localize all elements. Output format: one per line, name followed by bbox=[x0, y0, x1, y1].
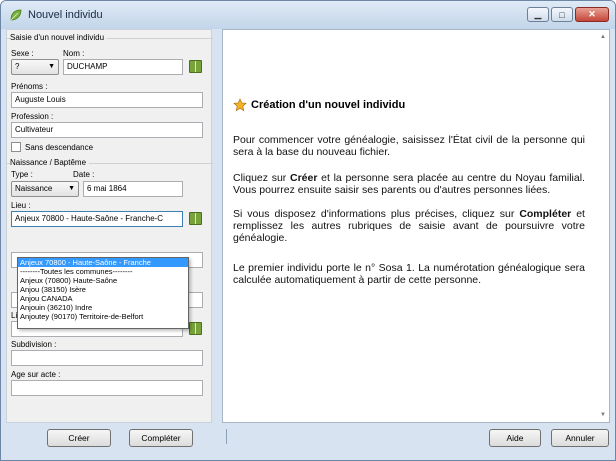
list-item[interactable]: Anjoutey (90170) Territoire-de-Belfort bbox=[18, 312, 188, 321]
minimize-icon: ▁ bbox=[534, 9, 542, 19]
prenoms-input[interactable]: Auguste Louis bbox=[11, 92, 203, 108]
legend-saisie: Saisie d'un nouvel individu bbox=[10, 33, 108, 42]
button-bar: Créer Compléter Aide Annuler bbox=[1, 425, 615, 460]
nom-label: Nom : bbox=[63, 49, 85, 58]
book-icon[interactable] bbox=[189, 60, 202, 73]
prenoms-label: Prénoms : bbox=[11, 82, 48, 91]
help-text-bold: Créer bbox=[290, 172, 318, 184]
help-title: Création d'un nouvel individu bbox=[233, 98, 405, 112]
scroll-down-icon[interactable]: ▼ bbox=[600, 412, 606, 418]
creer-button[interactable]: Créer bbox=[47, 429, 111, 447]
chevron-down-icon: ▼ bbox=[48, 63, 55, 70]
age-input[interactable] bbox=[11, 380, 203, 396]
help-paragraph-1: Pour commencer votre généalogie, saisiss… bbox=[233, 134, 585, 158]
type-select[interactable]: Naissance ▼ bbox=[11, 181, 79, 197]
sans-descendance-label: Sans descendance bbox=[25, 143, 94, 152]
help-text-bold: Compléter bbox=[519, 208, 572, 220]
maximize-icon: □ bbox=[559, 9, 565, 20]
legend-naissance: Naissance / Baptême bbox=[10, 158, 90, 167]
subdivision-label: Subdivision : bbox=[11, 340, 57, 349]
window-title: Nouvel individu bbox=[28, 9, 103, 21]
list-item[interactable]: Anjeux (70800) Haute-Saône bbox=[18, 276, 188, 285]
dialog-window: Nouvel individu ▁ □ ✕ Saisie d'un nouvel… bbox=[0, 0, 616, 461]
help-paragraph-2: Cliquez sur Créer et la personne sera pl… bbox=[233, 172, 585, 196]
lieu-dropdown-list[interactable]: Anjeux 70800 - Haute-Saône - Franche ---… bbox=[17, 257, 189, 329]
book-icon[interactable] bbox=[189, 212, 202, 225]
aide-button[interactable]: Aide bbox=[489, 429, 541, 447]
lieu-label: Lieu : bbox=[11, 201, 31, 210]
title-bar: Nouvel individu ▁ □ ✕ bbox=[1, 1, 615, 29]
help-paragraph-4: Le premier individu porte le n° Sosa 1. … bbox=[233, 262, 585, 286]
scroll-up-icon[interactable]: ▲ bbox=[600, 34, 606, 40]
minimize-button[interactable]: ▁ bbox=[527, 7, 549, 22]
completer-button[interactable]: Compléter bbox=[129, 429, 193, 447]
date-label: Date : bbox=[73, 170, 95, 179]
help-panel: ▲ ▼ Création d'un nouvel individu Pour c… bbox=[222, 29, 610, 423]
list-item[interactable]: --------Toutes les communes-------- bbox=[18, 267, 188, 276]
help-text: Si vous disposez d'informations plus pré… bbox=[233, 208, 520, 220]
divider bbox=[226, 429, 227, 444]
window-controls: ▁ □ ✕ bbox=[527, 7, 609, 22]
list-item[interactable]: Anjeux 70800 - Haute-Saône - Franche bbox=[18, 258, 188, 267]
annuler-button[interactable]: Annuler bbox=[551, 429, 609, 447]
maximize-button[interactable]: □ bbox=[551, 7, 573, 22]
lieu-input[interactable]: Anjeux 70800 - Haute-Saône - Franche-C bbox=[11, 211, 183, 227]
entry-form-panel: Saisie d'un nouvel individu Sexe : Nom :… bbox=[6, 29, 213, 423]
star-icon bbox=[233, 98, 247, 112]
close-button[interactable]: ✕ bbox=[575, 7, 609, 22]
sexe-select[interactable]: ? ▼ bbox=[11, 59, 59, 75]
help-text: Cliquez sur bbox=[233, 172, 290, 184]
type-label: Type : bbox=[11, 170, 33, 179]
close-icon: ✕ bbox=[588, 9, 596, 19]
profession-input[interactable]: Cultivateur bbox=[11, 122, 203, 138]
date-input[interactable]: 6 mai 1864 bbox=[83, 181, 183, 197]
help-title-text: Création d'un nouvel individu bbox=[251, 99, 406, 111]
book-icon[interactable] bbox=[189, 322, 202, 335]
sexe-value: ? bbox=[15, 62, 20, 71]
list-item[interactable]: Anjou CANADA bbox=[18, 294, 188, 303]
subdivision-input[interactable] bbox=[11, 350, 203, 366]
leaf-icon bbox=[10, 9, 22, 21]
age-label: Age sur acte : bbox=[11, 370, 61, 379]
chevron-down-icon: ▼ bbox=[68, 185, 75, 192]
profession-label: Profession : bbox=[11, 112, 54, 121]
nom-input[interactable]: DUCHAMP bbox=[63, 59, 183, 75]
sans-descendance-checkbox[interactable] bbox=[11, 142, 21, 152]
help-paragraph-3: Si vous disposez d'informations plus pré… bbox=[233, 208, 585, 244]
list-item[interactable]: Anjouin (36210) Indre bbox=[18, 303, 188, 312]
list-item[interactable]: Anjou (38150) Isère bbox=[18, 285, 188, 294]
type-value: Naissance bbox=[15, 184, 53, 193]
sexe-label: Sexe : bbox=[11, 49, 34, 58]
